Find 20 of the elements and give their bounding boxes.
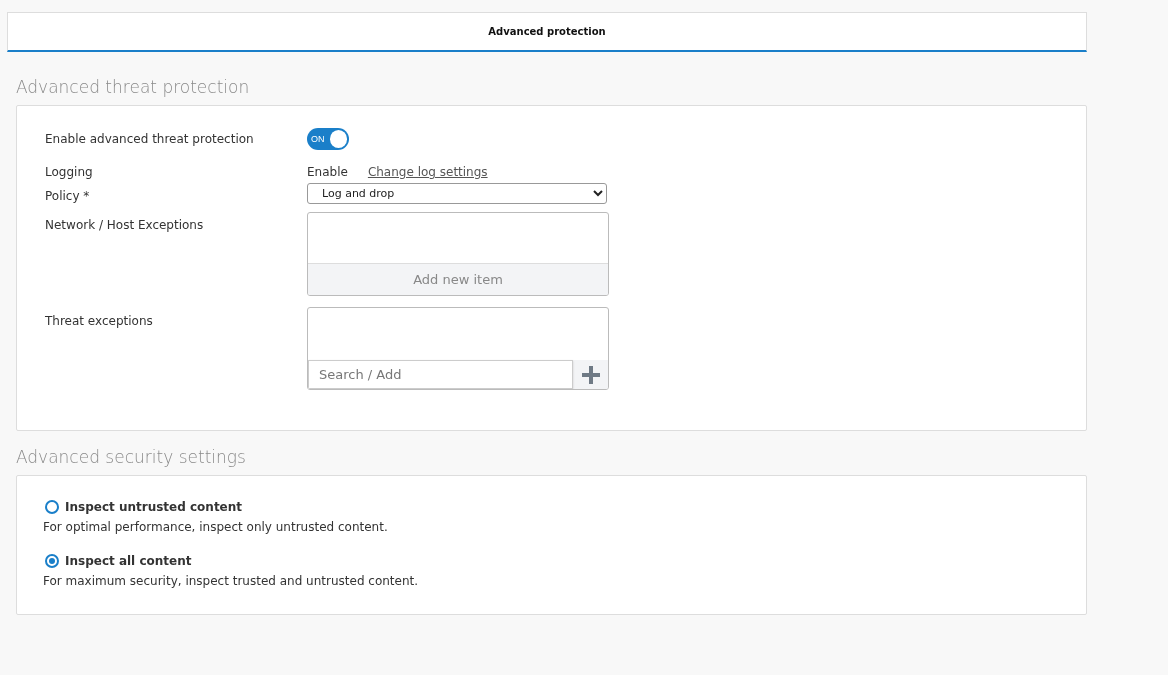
logging-status: Enable — [307, 165, 348, 179]
radio-button[interactable] — [45, 554, 59, 568]
option-label: Inspect all content — [65, 554, 192, 568]
option-label: Inspect untrusted content — [65, 500, 243, 514]
policy-dropdown[interactable]: Log and drop — [307, 183, 607, 204]
search-field[interactable]: Search / Add — [308, 360, 573, 389]
section-title: Advanced security settings — [16, 447, 247, 469]
plus-icon — [580, 364, 601, 385]
option-description: For maximum security, inspect trusted and untrusted content. — [43, 574, 420, 588]
section-title: Advanced threat protection — [16, 77, 251, 99]
toggle-switch[interactable]: ON — [307, 128, 349, 150]
tab[interactable]: Advanced protection — [480, 22, 614, 41]
field-label: Enable advanced threat protection — [45, 132, 255, 148]
option-description: For optimal performance, inspect only untrusted content. — [43, 520, 389, 534]
change-log-settings-link[interactable]: Change log settings — [367, 165, 488, 179]
field-label: Threat exceptions — [45, 314, 154, 330]
field-label: Policy * — [45, 189, 91, 204]
field-label: Network / Host Exceptions — [45, 218, 205, 234]
radio-button[interactable] — [45, 500, 59, 514]
field-label: Logging — [45, 165, 94, 179]
